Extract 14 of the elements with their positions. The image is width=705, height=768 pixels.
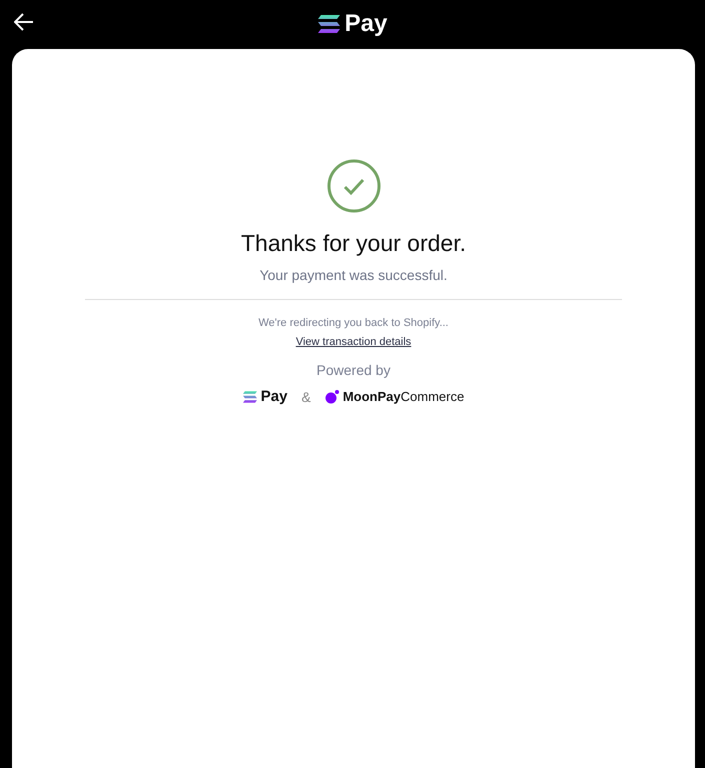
back-arrow-icon[interactable]	[14, 13, 34, 31]
logo-text: Pay	[260, 388, 288, 405]
partner-logo-text: MoonPayCommerce	[342, 389, 464, 404]
success-title: Thanks for your order.	[241, 230, 466, 257]
logo-text: Pay	[344, 10, 388, 38]
redirect-message: We're redirecting you back to Shopify...	[258, 317, 448, 329]
powered-by-label: Powered by	[316, 362, 390, 378]
stripes-logo-icon	[318, 15, 340, 33]
success-subtitle: Your payment was successful.	[260, 267, 448, 283]
ampersand: &	[301, 388, 311, 404]
stripes-logo-icon	[242, 390, 257, 402]
moon-logo-icon	[324, 390, 339, 404]
transaction-details-link[interactable]: View transaction details	[296, 336, 412, 348]
checkmark-circle-icon	[326, 159, 380, 213]
